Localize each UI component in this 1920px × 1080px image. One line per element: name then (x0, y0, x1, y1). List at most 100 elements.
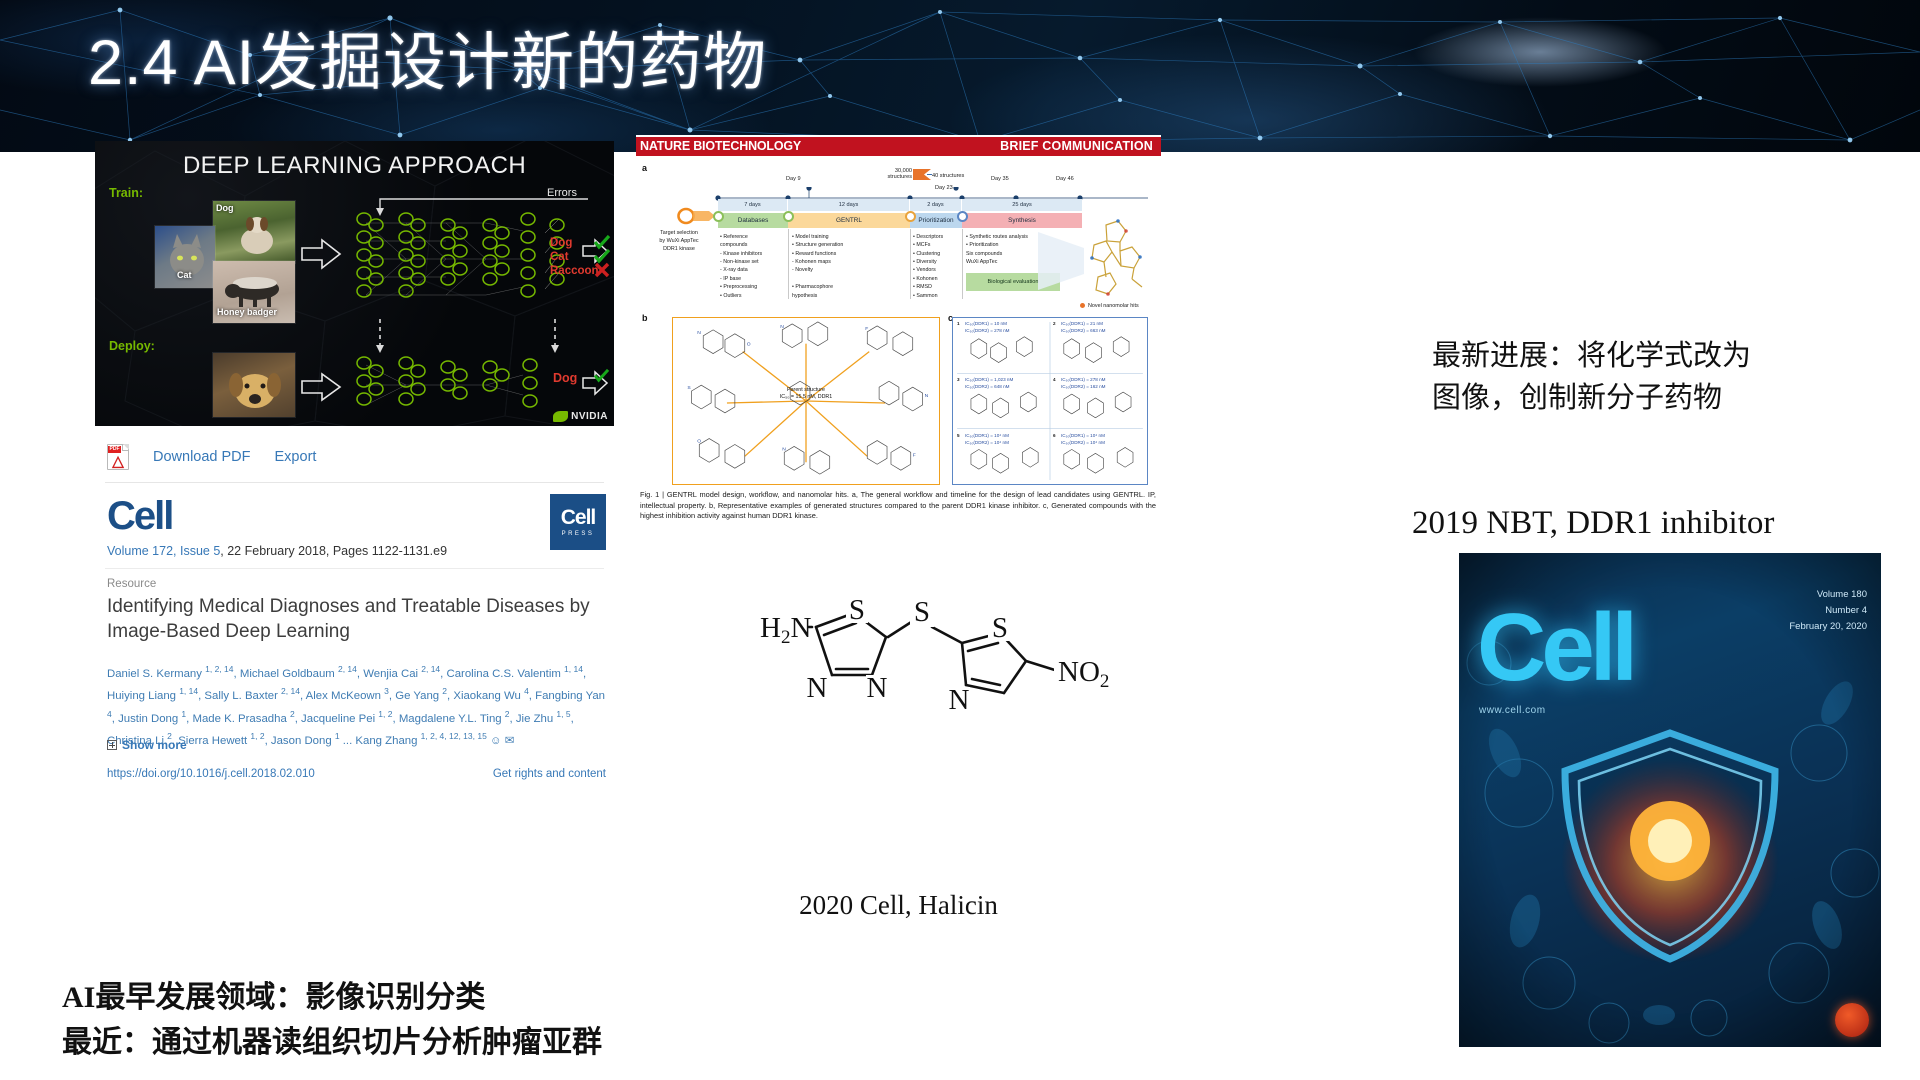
bottom-note-line-2: 最近：通过机器读组织切片分析肿瘤亚群 (62, 1026, 602, 1059)
compound-1-index: 1 (957, 321, 960, 326)
nbt-journal-name: NATURE BIOTECHNOLOGY (640, 139, 802, 153)
weight-update-dashed-arrows (376, 319, 559, 353)
compound-1-ic50-ddr1: IC₅₀(DDR1) = 10 nM (965, 321, 1007, 326)
compound-2-index: 2 (1053, 321, 1056, 326)
divider (105, 568, 604, 569)
structures-30000-label: 30,000 structures (887, 168, 912, 180)
compound-6-index: 6 (1053, 433, 1056, 438)
databases-bullets: • Reference compounds - Kinase inhibitor… (720, 234, 763, 299)
compound-1-ic50-ddr2: IC₅₀(DDR2) = 278 nM (965, 328, 1010, 333)
halicin-structure-figure: S N N S S N H2N NO2 (700, 575, 1120, 755)
train-label: Train: (109, 186, 144, 200)
doi-link[interactable]: https://doi.org/10.1016/j.cell.2018.02.0… (107, 768, 315, 780)
nbt-masthead: NATURE BIOTECHNOLOGY BRIEF COMMUNICATION (636, 137, 1161, 156)
compound-3-ic50-ddr2: IC₅₀(DDR2) = 648 nM (965, 384, 1010, 389)
get-rights-link[interactable]: Get rights and content (493, 768, 606, 780)
compound-2-ic50-ddr1: IC₅₀(DDR1) = 21 nM (1061, 321, 1103, 326)
divider (105, 482, 604, 483)
train-photo-honey-badger-caption: Honey badger (217, 307, 278, 317)
cell-press-badge-sub: PRESS (561, 531, 595, 537)
compound-5-ic50-ddr2: IC₅₀(DDR2) = 10⁴ nM (965, 440, 1009, 445)
cell-press-badge: Cell PRESS (550, 494, 606, 550)
train-neural-network-graphic (356, 212, 536, 298)
duration-7-days: 7 days (718, 199, 788, 211)
deploy-label: Deploy: (109, 339, 155, 353)
panel-b-letter: b (642, 313, 648, 323)
cell-cover-wordmark: Cell (1477, 594, 1638, 701)
stage-prioritization-label: Prioritization (910, 213, 962, 228)
compound-6-ic50-ddr1: IC₅₀(DDR1) = 10⁴ nM (1061, 433, 1105, 438)
train-photo-dog: Dog (213, 201, 295, 263)
cell-cover-url: www.cell.com (1479, 705, 1546, 716)
title-banner: 2.4 AI发掘设计新的药物 (0, 0, 1920, 152)
halicin-skeletal-formula: S N N S S N H2N NO2 (758, 594, 1114, 716)
svg-text:S: S (687, 385, 691, 391)
atom-label-S: S (992, 612, 1008, 644)
atom-label-N: N (807, 672, 828, 704)
compound-4-ic50-ddr2: IC₅₀(DDR2) = 162 nM (1061, 384, 1106, 389)
deep-learning-approach-figure: DEEP LEARNING APPROACH Train: Deploy: Do… (95, 141, 614, 426)
nvidia-logo: NVIDIA (553, 411, 608, 422)
bottom-notes: AI最早发展领域：影像识别分类 最近：通过机器读组织切片分析肿瘤亚群 (62, 975, 602, 1065)
volume-line: Volume 172, Issue 5, 22 February 2018, P… (107, 544, 447, 558)
timeline-day-9: Day 9 (786, 176, 801, 182)
structures-40-label: 40 structures (932, 173, 965, 179)
sciencedirect-article-card: PDF △ Download PDF Export Cell Cell PRESS… (95, 432, 614, 780)
deploy-neural-network-graphic (356, 356, 538, 408)
svg-text:N: N (780, 324, 784, 330)
compound-2-ic50-ddr2: IC₅₀(DDR2) = 663 nM (1061, 328, 1106, 333)
bottom-note-line-1: AI最早发展领域：影像识别分类 (62, 981, 486, 1014)
timeline-day-46: Day 46 (1056, 176, 1074, 182)
divider (910, 229, 911, 299)
duration-25-days: 25 days (962, 199, 1082, 211)
gentrl-bullets: • Model training • Structure generation … (792, 234, 844, 299)
article-title[interactable]: Identifying Medical Diagnoses and Treata… (107, 594, 597, 644)
funnel-icon (913, 169, 932, 180)
cell-cover-issue-meta: Volume 180 Number 4 February 20, 2020 (1789, 589, 1867, 633)
deploy-arrow-icon (301, 372, 342, 402)
nbt-ddr1-heading: 2019 NBT, DDR1 inhibitor (1412, 505, 1775, 541)
prioritization-bullets: • Descriptors • MCFs • Clustering • Dive… (913, 234, 944, 299)
svg-text:N: N (697, 330, 701, 336)
stage-gentrl-label: GENTRL (788, 213, 910, 228)
deploy-output-dog-label: Dog (553, 371, 578, 385)
article-type: Resource (107, 578, 157, 590)
novel-nanomolar-hits-label: Novel nanomolar hits (1088, 303, 1139, 309)
panel-c-top-compounds: 1 IC₅₀(DDR1) = 10 nM IC₅₀(DDR2) = 278 nM… (952, 317, 1148, 485)
deploy-photo-dog (213, 353, 295, 417)
svg-text:F: F (865, 326, 868, 332)
cell-journal-cover-image: Cell Volume 180 Number 4 February 20, 20… (1459, 553, 1881, 1047)
stage-synthesis-label: Synthesis (962, 213, 1082, 228)
atom-label-N: N (949, 684, 970, 716)
train-photo-dog-caption: Dog (216, 203, 234, 213)
nbt-article-category: BRIEF COMMUNICATION (1000, 139, 1153, 153)
train-arrow-icon (301, 238, 342, 270)
errors-feedback-arrow-icon (376, 198, 588, 216)
download-pdf-link[interactable]: Download PDF (153, 449, 251, 465)
svg-text:Parent structure: Parent structure (787, 387, 825, 393)
cell-journal-logo[interactable]: Cell (107, 494, 174, 539)
svg-text:N: N (782, 446, 786, 452)
timeline-day-35: Day 35 (991, 176, 1009, 182)
panel-c-structures-graphic (957, 321, 1143, 481)
svg-text:N: N (925, 393, 929, 399)
stage-node-2 (783, 211, 794, 222)
hits-dot-marker (1080, 303, 1085, 308)
halicin-caption: 2020 Cell, Halicin (799, 890, 998, 920)
compound-5-ic50-ddr1: IC₅₀(DDR1) = 10⁴ nM (965, 433, 1009, 438)
show-more-button[interactable]: Show more (107, 738, 187, 752)
volume-issue-link[interactable]: Volume 172, Issue 5 (107, 544, 220, 558)
stage-node-1 (713, 211, 724, 222)
expand-plus-icon (107, 740, 117, 750)
article-actions: PDF △ Download PDF Export (107, 444, 316, 470)
slide-title: 2.4 AI发掘设计新的药物 (88, 28, 768, 98)
atom-label-S: S (849, 594, 865, 626)
compound-4-index: 4 (1053, 377, 1056, 382)
compound-4-ic50-ddr1: IC₅₀(DDR1) = 278 nM (1061, 377, 1106, 382)
check-mark-icon (593, 368, 610, 383)
panel-b-structures-graphic: N O N F S N O N F Parent structure IC₅₀ = 15.5… (687, 321, 929, 475)
funnel-to-hits-shape (1038, 232, 1084, 290)
nvidia-eye-icon (553, 411, 569, 422)
export-link[interactable]: Export (275, 449, 317, 465)
lead-molecule-3d-graphic (1090, 219, 1143, 296)
